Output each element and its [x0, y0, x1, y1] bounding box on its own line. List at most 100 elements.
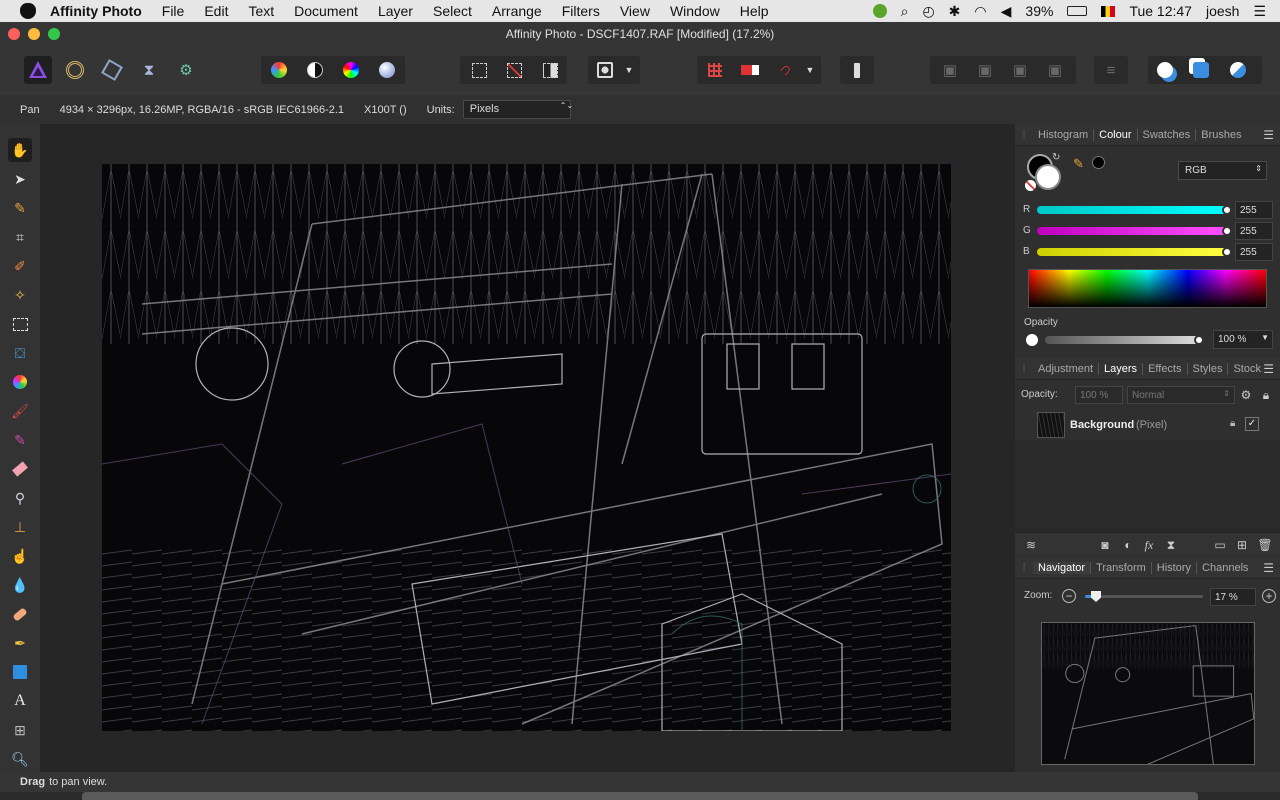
zoom-window-button[interactable] — [48, 28, 60, 40]
auto-levels-button[interactable] — [265, 56, 293, 84]
tab-layers[interactable]: Layers — [1099, 362, 1144, 375]
adjustment-layer-icon[interactable]: ◐ — [1120, 537, 1136, 553]
secondary-colour-well[interactable] — [1035, 164, 1061, 190]
navigator-preview[interactable] — [1041, 622, 1255, 765]
panel-menu-icon[interactable]: ☰ — [1263, 362, 1274, 376]
close-window-button[interactable] — [8, 28, 20, 40]
minimize-window-button[interactable] — [28, 28, 40, 40]
layer-settings-gear-icon[interactable]: ⚙ — [1238, 387, 1254, 403]
spotlight-icon[interactable]: ⌕ — [901, 3, 909, 20]
flood-select-tool[interactable]: ✧ — [8, 283, 32, 307]
menu-edit[interactable]: Edit — [204, 3, 228, 19]
deselect-button[interactable] — [500, 56, 528, 84]
panel-grip-icon[interactable]: ⁞ — [1015, 358, 1033, 380]
menu-arrange[interactable]: Arrange — [492, 3, 542, 19]
channel-g-field[interactable]: 255 — [1235, 222, 1273, 240]
layer-locked-icon[interactable]: 🔒︎ — [1230, 418, 1235, 429]
tab-adjustment[interactable]: Adjustment — [1033, 362, 1100, 375]
gradient-tool[interactable] — [8, 370, 32, 394]
grid-toggle-button[interactable] — [701, 56, 729, 84]
align-button[interactable]: ≡ — [1097, 56, 1125, 84]
status-dot-icon[interactable] — [872, 4, 887, 18]
move-to-back-button[interactable]: ▣ — [936, 56, 964, 84]
auto-contrast-button[interactable] — [301, 56, 329, 84]
add-group-icon[interactable]: ▭ — [1212, 537, 1228, 553]
canvas-area[interactable] — [40, 124, 1015, 772]
panel-menu-icon[interactable]: ☰ — [1263, 561, 1274, 575]
zoom-in-icon[interactable]: + — [1262, 589, 1276, 603]
volume-icon[interactable]: ◀ — [1001, 3, 1012, 20]
tab-channels[interactable]: Channels — [1197, 562, 1253, 574]
export-persona-button[interactable]: ⚙ — [172, 56, 200, 84]
zoom-slider[interactable] — [1085, 591, 1203, 602]
colour-picker-eyedropper-icon[interactable]: ✎ — [1073, 156, 1084, 172]
tab-history[interactable]: History — [1152, 561, 1198, 574]
menu-document[interactable]: Document — [294, 3, 358, 19]
flag-icon[interactable] — [1101, 5, 1116, 17]
smudge-brush-tool[interactable]: ☝ — [8, 544, 32, 568]
no-colour-icon[interactable] — [1025, 180, 1036, 191]
battery-icon[interactable] — [1067, 6, 1088, 16]
tab-styles[interactable]: Styles — [1188, 362, 1229, 375]
channel-b-slider[interactable] — [1037, 247, 1232, 257]
dodge-brush-tool[interactable]: ⚲ — [8, 486, 32, 510]
layer-visibility-checkbox[interactable]: ✓ — [1245, 417, 1259, 431]
swap-colours-icon[interactable]: ↻ — [1052, 152, 1060, 163]
layer-lock-icon[interactable]: 🔒︎ — [1258, 387, 1274, 403]
view-tool[interactable]: ✋ — [8, 138, 32, 162]
tab-histogram[interactable]: Histogram — [1033, 128, 1095, 141]
layers-list-empty[interactable] — [1015, 440, 1280, 532]
live-filter-icon[interactable]: ⧗ — [1163, 537, 1179, 553]
menu-layer[interactable]: Layer — [378, 3, 413, 19]
snapping-dropdown[interactable]: ▼ — [801, 56, 819, 84]
menu-filters[interactable]: Filters — [562, 3, 600, 19]
menu-app[interactable]: Affinity Photo — [50, 3, 142, 19]
force-pixel-button[interactable] — [843, 56, 871, 84]
menu-select[interactable]: Select — [433, 3, 472, 19]
panel-grip-icon[interactable]: ⁞ — [1015, 124, 1033, 146]
develop-persona-button[interactable] — [98, 56, 126, 84]
channel-r-field[interactable]: 255 — [1235, 201, 1273, 219]
panel-menu-icon[interactable]: ☰ — [1263, 128, 1274, 142]
channel-b-field[interactable]: 255 — [1235, 243, 1273, 261]
document-image[interactable] — [102, 164, 951, 731]
opacity-field[interactable]: 100 % ▼ — [1213, 330, 1273, 349]
layers-stack-icon[interactable]: ≋ — [1023, 537, 1039, 553]
select-all-button[interactable] — [465, 56, 493, 84]
subtract-boolean-button[interactable] — [1187, 56, 1215, 84]
menu-file[interactable]: File — [162, 3, 185, 19]
mask-layer-icon[interactable]: ◙ — [1097, 537, 1113, 553]
picked-colour-swatch[interactable] — [1092, 156, 1105, 169]
tab-navigator[interactable]: Navigator — [1033, 561, 1092, 574]
layer-opacity-field[interactable]: 100 % — [1075, 386, 1123, 404]
auto-white-balance-button[interactable] — [373, 56, 401, 84]
color-picker-tool[interactable]: ✎ — [8, 196, 32, 220]
panel-grip-icon[interactable]: ⁞ — [1015, 557, 1033, 579]
move-tool[interactable]: ➤ — [8, 167, 32, 191]
invert-selection-button[interactable] — [536, 56, 564, 84]
tab-swatches[interactable]: Swatches — [1138, 128, 1197, 141]
move-back-one-button[interactable]: ▣ — [971, 56, 999, 84]
tone-mapping-persona-button[interactable]: ⧗ — [135, 56, 163, 84]
pen-tool[interactable]: ✒ — [8, 631, 32, 655]
quick-mask-dropdown[interactable]: ▼ — [620, 56, 638, 84]
mesh-warp-tool[interactable]: ⊞ — [8, 718, 32, 742]
zoom-tool[interactable]: 🔍︎ — [8, 747, 32, 771]
macos-dock[interactable] — [82, 792, 1198, 800]
chevron-down-icon[interactable]: ▼ — [1261, 333, 1269, 342]
add-boolean-button[interactable] — [1151, 56, 1179, 84]
healing-brush-tool[interactable] — [8, 602, 32, 626]
colour-replacement-tool[interactable]: ✎ — [8, 428, 32, 452]
tab-brushes[interactable]: Brushes — [1196, 129, 1246, 141]
colour-model-select[interactable]: RGB ⇕ — [1178, 161, 1267, 180]
zoom-out-icon[interactable]: − — [1062, 589, 1076, 603]
add-pixel-layer-icon[interactable]: ⊞ — [1234, 537, 1250, 553]
channel-b-knob[interactable] — [1222, 247, 1232, 257]
channel-g-slider[interactable] — [1037, 226, 1232, 236]
time-machine-icon[interactable]: ◴ — [922, 3, 934, 20]
snapping-button[interactable]: ∩ — [772, 56, 800, 84]
menu-view[interactable]: View — [620, 3, 650, 19]
rectangle-tool[interactable] — [8, 660, 32, 684]
bluetooth-icon[interactable]: ✱ — [949, 3, 961, 20]
zoom-field[interactable]: 17 % — [1210, 588, 1256, 606]
